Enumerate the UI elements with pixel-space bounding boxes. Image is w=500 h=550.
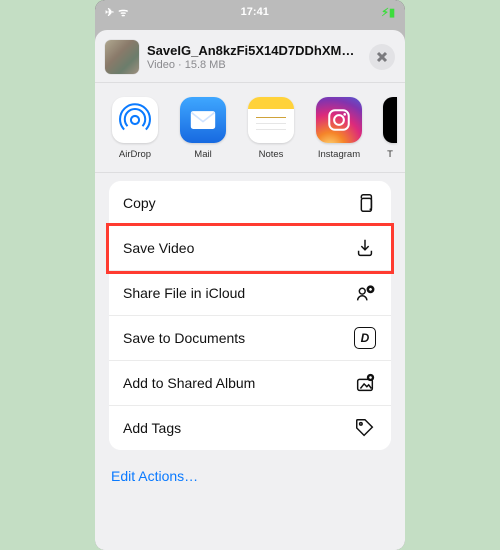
app-label: Notes [259, 149, 284, 160]
app-label: T [383, 149, 397, 160]
airdrop-icon [112, 97, 158, 143]
file-thumbnail [105, 40, 139, 74]
file-info: SaveIG_An8kzFi5X14D7DDhXM… Video · 15.8 … [147, 43, 369, 71]
action-add-tags[interactable]: Add Tags [109, 406, 391, 450]
action-copy[interactable]: Copy [109, 181, 391, 226]
wifi-icon: ᯤ [118, 5, 128, 20]
tag-icon [353, 416, 377, 440]
action-share-icloud[interactable]: Share File in iCloud [109, 271, 391, 316]
app-partial[interactable]: T [381, 97, 399, 160]
action-label: Copy [123, 195, 353, 211]
app-label: AirDrop [119, 149, 151, 160]
action-list: Copy Save Video Share File in iCloud Sav… [109, 181, 391, 450]
status-bar: ✈︎ ᯤ 17:41 ⚡︎▮ [95, 0, 405, 22]
file-subtitle: Video · 15.8 MB [147, 59, 369, 71]
action-label: Save Video [123, 240, 353, 256]
app-airdrop[interactable]: AirDrop [109, 97, 161, 160]
status-right: ⚡︎▮ [381, 6, 395, 19]
action-add-shared-album[interactable]: Add to Shared Album [109, 361, 391, 406]
status-time: 17:41 [241, 6, 269, 18]
file-title: SaveIG_An8kzFi5X14D7DDhXM… [147, 43, 369, 58]
share-apps-row[interactable]: AirDrop Mail Notes Instagram T [95, 83, 405, 172]
app-mail[interactable]: Mail [177, 97, 229, 160]
action-save-video[interactable]: Save Video [109, 226, 391, 271]
action-label: Save to Documents [123, 330, 353, 346]
status-left: ✈︎ ᯤ [105, 5, 128, 20]
shared-album-icon [353, 371, 377, 395]
partial-app-icon [383, 97, 397, 143]
instagram-icon [316, 97, 362, 143]
app-label: Instagram [318, 149, 360, 160]
battery-icon: ⚡︎▮ [381, 6, 395, 19]
action-save-documents[interactable]: Save to Documents D [109, 316, 391, 361]
notes-icon [248, 97, 294, 143]
apps-divider [95, 172, 405, 173]
app-instagram[interactable]: Instagram [313, 97, 365, 160]
close-icon [376, 51, 388, 63]
airplane-mode-icon: ✈︎ [105, 6, 114, 19]
edit-actions-link[interactable]: Edit Actions… [107, 468, 393, 484]
action-label: Add Tags [123, 420, 353, 436]
copy-icon [353, 191, 377, 215]
sheet-header: SaveIG_An8kzFi5X14D7DDhXM… Video · 15.8 … [95, 30, 405, 82]
close-button[interactable] [369, 44, 395, 70]
phone-frame: ✈︎ ᯤ 17:41 ⚡︎▮ SaveIG_An8kzFi5X14D7DDhXM… [95, 0, 405, 550]
documents-app-icon: D [353, 326, 377, 350]
app-notes[interactable]: Notes [245, 97, 297, 160]
action-label: Share File in iCloud [123, 285, 353, 301]
action-label: Add to Shared Album [123, 375, 353, 391]
icloud-share-icon [353, 281, 377, 305]
share-sheet: SaveIG_An8kzFi5X14D7DDhXM… Video · 15.8 … [95, 30, 405, 550]
app-label: Mail [194, 149, 211, 160]
mail-icon [180, 97, 226, 143]
download-icon [353, 236, 377, 260]
